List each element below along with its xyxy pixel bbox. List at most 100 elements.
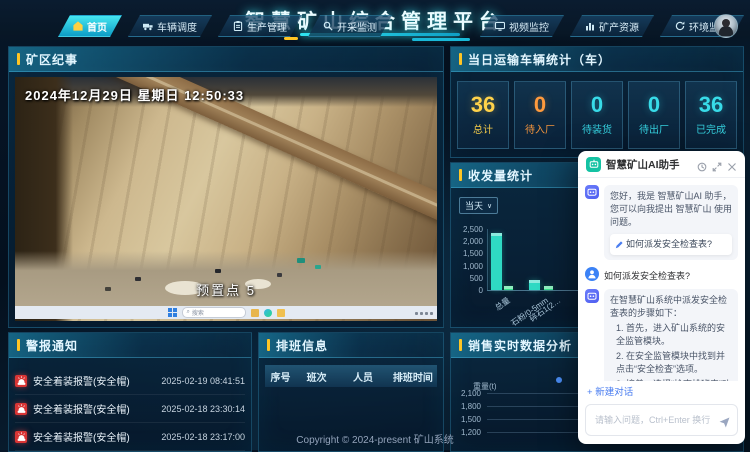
stat-value: 36 [471,94,495,116]
bar-top-highlight [544,286,553,289]
tab-left-1[interactable]: 车辆调度 [128,15,212,37]
pencil-icon [615,241,623,249]
nav-left: 首页 车辆调度 生产管理 开采监测 [58,15,392,37]
browser-icon[interactable] [264,309,272,317]
stat-value: 0 [534,94,546,116]
user-message: 如何派发安全检查表? [585,267,738,282]
stat-value: 0 [648,94,660,116]
top-header: 智慧矿山综合管理平台 首页车辆调度生产管理开采监测 视频监控矿产资源环境监测安全… [0,0,750,42]
taskbar-search-input[interactable]: ⌕ 搜索 [182,307,246,318]
tab-label: 矿产资源 [599,19,639,34]
x-axis-category-label: 总量 [493,295,512,313]
vehicle-stats-title: 当日运输车辆统计（车） [468,51,611,68]
schedule-column-3: 排班时间 [389,369,437,384]
stat-label: 总计 [473,121,493,136]
bar-item-1[interactable] [504,286,513,290]
panel-accent [459,339,462,351]
y-axis-tick: 2,500 [453,226,483,234]
nav-right: 视频监控矿产资源环境监测安全监管 [480,15,750,37]
tab-left-3[interactable]: 开采监测 [308,15,392,37]
send-icon[interactable] [719,415,730,426]
cycle-icon [675,21,685,31]
schedule-column-2: 人员 [337,369,389,384]
chevron-down-icon: ∨ [487,202,492,210]
tab-left-2[interactable]: 生产管理 [218,15,302,37]
y-axis-line [487,229,488,290]
tab-label: 车辆调度 [157,19,197,34]
video-panel-title: 矿区纪事 [26,51,78,68]
answer-step-2: 2. 在安全监管模块中找到并点击“安全检查”选项。 [616,350,732,376]
bar-碎石1(2…[interactable] [544,286,553,290]
tab-right-1[interactable]: 矿产资源 [570,15,654,37]
history-icon[interactable] [697,159,707,169]
folder-icon[interactable] [251,309,259,317]
tab-label: 开采监测 [337,19,377,34]
stat-label: 待出厂 [639,121,669,136]
bar-top-highlight [504,286,513,289]
magnifier-icon [323,21,333,31]
y-axis-tick: 2,000 [453,238,483,246]
alarm-text: 安全着装报警(安全帽) [33,373,155,388]
clipboard-icon [233,21,243,31]
live-video-feed[interactable]: 2024年12月29日 星期日 12:50:33 预置点 5 ⌕ 搜索 [15,77,437,321]
y-axis-tick: 2,100 [451,390,481,398]
ai-message: 在智慧矿山系统中派发安全检查表的步骤如下： 1. 首先，进入矿山系统的安全监管模… [585,289,738,381]
bar-top-highlight [529,280,540,283]
vehicle-stats-row: 36 总计 0 待入厂 0待装货 0 待出厂 36已完成 [457,81,737,149]
user-question-text: 如何派发安全检查表? [604,267,690,282]
ai-avatar-icon [585,185,599,199]
ai-chat-body: 您好，我是 智慧矿山AI 助手，您可以向我提出 智慧矿山 使用问题。 如何派发安… [578,178,745,381]
ai-welcome-bubble: 您好，我是 智慧矿山AI 助手，您可以向我提出 智慧矿山 使用问题。 如何派发安… [604,185,738,260]
bar-石粉/0-5mm[interactable] [529,280,540,290]
truck [277,273,282,277]
ai-message: 您好，我是 智慧矿山AI 助手，您可以向我提出 智慧矿山 使用问题。 如何派发安… [585,185,738,260]
tab-label: 视频监控 [509,19,549,34]
folder-icon[interactable] [277,309,285,317]
user-avatar-icon [585,267,599,281]
truck-icon [143,21,153,31]
ai-answer-steps: 1. 首先，进入矿山系统的安全监管模块。2. 在安全监管模块中找到并点击“安全检… [610,322,732,381]
suggested-question-chip[interactable]: 如何派发安全检查表? [610,234,732,255]
new-chat-button[interactable]: + 新建对话 [578,381,745,401]
alarm-row-1[interactable]: 安全着装报警(安全帽)2025-02-18 23:30:14 [15,395,245,423]
ai-input-bar [585,404,738,436]
ai-panel-title: 智慧矿山AI助手 [606,157,692,172]
close-icon[interactable] [727,159,737,169]
bar-总量[interactable] [491,233,502,290]
bar-top-highlight [491,233,502,236]
alarm-panel-title: 警报通知 [26,337,78,354]
stat-box-1: 0 待入厂 [514,81,566,149]
ai-assistant-panel: 智慧矿山AI助手 您好，我是 智慧矿山AI 助手，您可以向我提出 智慧矿山 使用… [578,151,745,444]
title-accent [284,37,298,40]
stat-box-2: 0待装货 [571,81,623,149]
shipment-panel-title: 收发量统计 [468,167,533,184]
panel-accent [17,339,20,351]
ai-answer-bubble: 在智慧矿山系统中派发安全检查表的步骤如下： 1. 首先，进入矿山系统的安全监管模… [604,289,738,381]
excavator [315,265,321,269]
windows-start-icon[interactable] [168,308,177,317]
tab-left-0[interactable]: 首页 [58,15,122,37]
schedule-table-header: 序号班次人员排班时间 [265,365,437,387]
tab-right-0[interactable]: 视频监控 [480,15,564,37]
schedule-column-0: 序号 [265,369,296,384]
date-range-select[interactable]: 当天∨ [459,197,498,214]
ai-avatar-icon [585,289,599,303]
stat-box-4: 36已完成 [685,81,737,149]
tab-label: 生产管理 [247,19,287,34]
ai-question-input[interactable] [593,414,714,426]
video-timestamp: 2024年12月29日 星期日 12:50:33 [25,85,244,104]
alarm-row-0[interactable]: 安全着装报警(安全帽)2025-02-19 08:41:51 [15,367,245,395]
panel-accent [459,53,462,65]
y-axis-tick: 1,500 [451,416,481,424]
expand-icon[interactable] [712,159,722,169]
sales-legend-marker[interactable] [556,377,562,383]
alarm-siren-icon [15,375,27,387]
monitor-icon [495,21,505,31]
stat-box-3: 0 待出厂 [628,81,680,149]
system-tray [415,312,433,315]
user-avatar[interactable] [714,14,738,38]
answer-step-1: 1. 首先，进入矿山系统的安全监管模块。 [616,322,732,348]
stat-label: 已完成 [696,121,726,136]
stat-label: 待入厂 [525,121,555,136]
title-underline-2 [412,38,470,41]
